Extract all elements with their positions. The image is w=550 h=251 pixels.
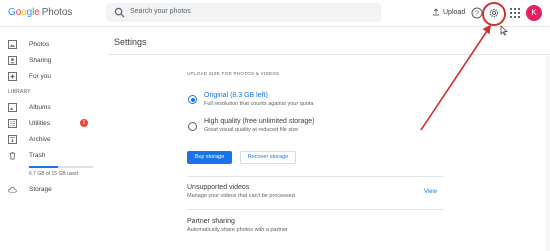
partner-sharing-title[interactable]: Partner sharing	[187, 218, 235, 225]
title-divider	[108, 54, 550, 55]
people-icon	[8, 55, 17, 65]
sidebar-item-utilities[interactable]: Utilities	[8, 117, 50, 129]
unsupported-videos-title: Unsupported videos	[187, 184, 250, 191]
sidebar-item-label: For you	[29, 72, 52, 80]
upload-button[interactable]: Upload	[432, 8, 465, 16]
storage-label: Storage	[29, 185, 52, 193]
row-divider	[187, 209, 444, 210]
mouse-cursor-icon	[500, 25, 508, 36]
option-original-title[interactable]: Original (8.3 GB left)	[204, 92, 268, 99]
top-bar: Google Photos Search your photos Upload ?…	[0, 0, 550, 27]
sparkle-icon	[8, 71, 17, 81]
radio-high-quality[interactable]	[188, 122, 197, 131]
sidebar-item-trash[interactable]: Trash	[8, 149, 45, 161]
upload-size-heading: UPLOAD SIZE FOR PHOTOS & VIDEOS	[187, 71, 280, 76]
utilities-badge: 1	[80, 119, 88, 127]
recover-storage-button[interactable]: Recover storage	[240, 151, 296, 164]
partner-sharing-subtitle: Automatically share photos with a partne…	[187, 227, 288, 233]
search-box[interactable]: Search your photos	[106, 3, 381, 22]
library-heading: LIBRARY	[8, 89, 31, 95]
settings-highlight-circle	[482, 2, 506, 26]
option-high-quality-subtitle: Great visual quality at reduced file siz…	[204, 127, 299, 133]
logo-word: Photos	[41, 7, 73, 18]
sidebar-item-archive[interactable]: Archive	[8, 133, 51, 145]
sidebar-item-albums[interactable]: Albums	[8, 101, 51, 113]
svg-text:?: ?	[475, 11, 479, 18]
upload-label: Upload	[443, 8, 466, 16]
view-unsupported-videos-link[interactable]: View	[424, 189, 437, 195]
option-original-subtitle: Full resolution that counts against your…	[204, 101, 314, 107]
row-divider	[187, 176, 444, 177]
sidebar-item-label: Utilities	[29, 119, 50, 127]
google-photos-logo[interactable]: Google Photos	[8, 7, 72, 18]
storage-detail: 6.7 GB of 15 GB used	[29, 171, 78, 177]
image-icon	[8, 39, 17, 49]
sidebar-item-label: Trash	[29, 151, 46, 159]
sidebar-item-photos[interactable]: Photos	[8, 38, 49, 50]
apps-grid-icon[interactable]	[509, 7, 521, 19]
sidebar-item-for-you[interactable]: For you	[8, 70, 51, 82]
radio-original[interactable]	[188, 95, 197, 104]
sidebar-item-label: Photos	[29, 40, 50, 48]
utilities-icon	[8, 118, 17, 128]
account-avatar[interactable]: K	[526, 5, 542, 21]
trash-icon	[9, 151, 16, 160]
unsupported-videos-subtitle: Manage your videos that can't be process…	[187, 193, 295, 199]
storage-progress-fill	[29, 166, 58, 168]
logo-letter: e	[34, 7, 40, 18]
main-scrollbar[interactable]	[545, 56, 550, 251]
logo-letter: G	[8, 7, 16, 18]
archive-icon	[8, 134, 17, 144]
sidebar-item-sharing[interactable]: Sharing	[8, 54, 51, 66]
sidebar-item-storage[interactable]: Storage	[8, 183, 52, 195]
sidebar: Photos Sharing For you LIBRARY Albums Ut…	[0, 28, 100, 251]
upload-icon	[433, 8, 439, 16]
search-placeholder[interactable]: Search your photos	[130, 8, 191, 15]
option-high-quality-title[interactable]: High quality (free unlimited storage)	[204, 118, 315, 125]
sidebar-item-label: Albums	[29, 103, 51, 111]
storage-progress-bar	[29, 166, 93, 168]
search-icon[interactable]	[114, 7, 125, 18]
buy-storage-button[interactable]: Buy storage	[187, 151, 232, 164]
album-icon	[8, 102, 17, 112]
cloud-icon	[8, 186, 17, 193]
sidebar-item-label: Sharing	[29, 56, 52, 64]
sidebar-item-label: Archive	[29, 135, 51, 143]
page-title: Settings	[114, 37, 147, 47]
